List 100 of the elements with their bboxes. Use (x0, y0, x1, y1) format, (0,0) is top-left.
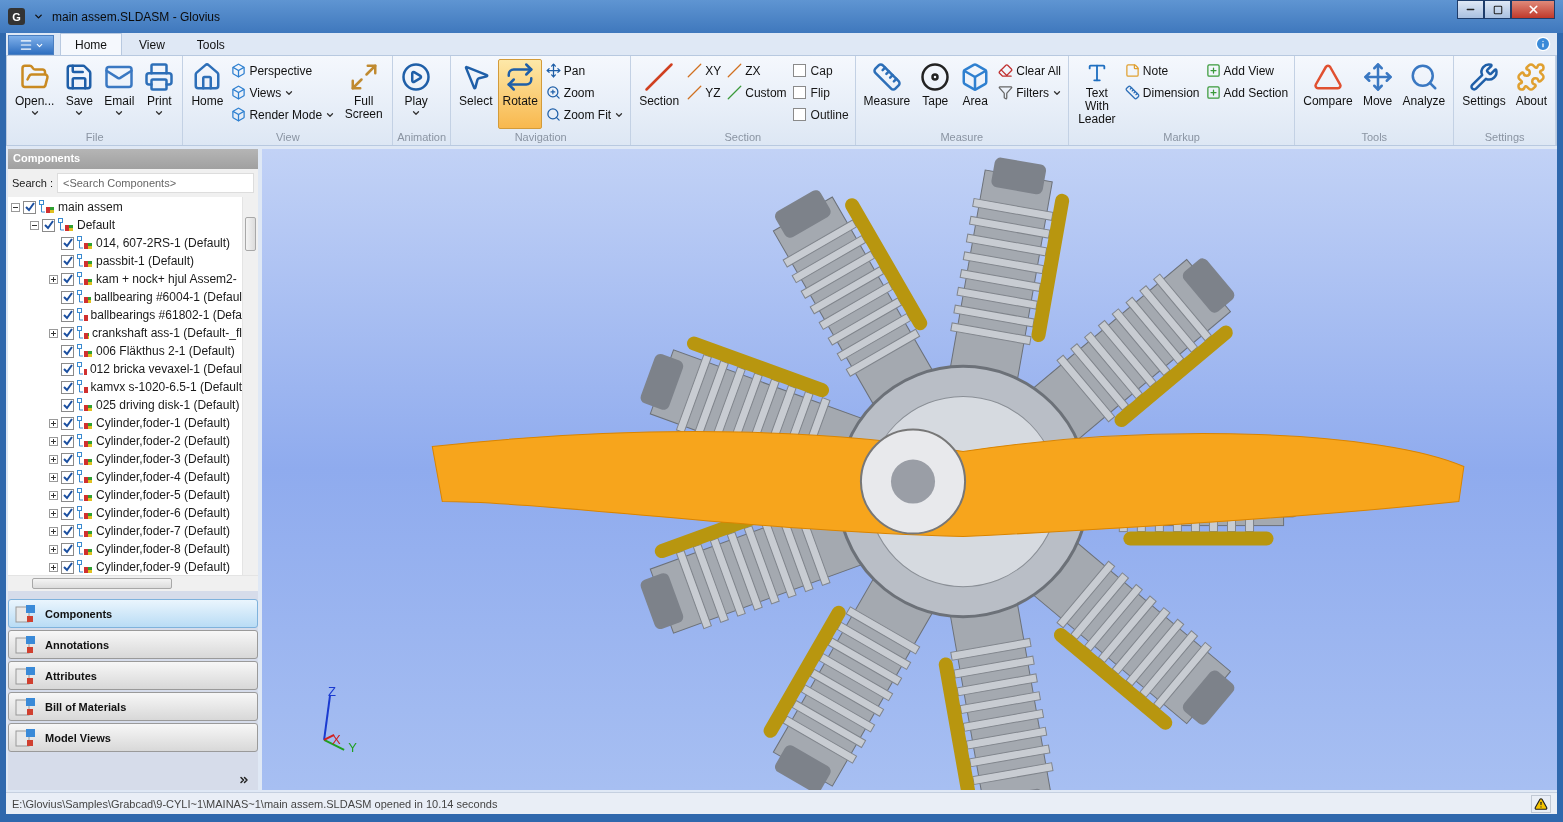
ribbon-button[interactable]: Select (455, 59, 497, 129)
expander-icon[interactable] (49, 274, 58, 284)
checkbox[interactable] (61, 398, 74, 412)
checkbox[interactable] (61, 290, 74, 304)
expander-icon[interactable] (49, 436, 58, 446)
ribbon-button[interactable]: Print (140, 59, 179, 129)
expander-icon[interactable] (49, 418, 58, 428)
quick-access-caret-icon[interactable] (33, 11, 44, 22)
ribbon-button[interactable]: Rotate (498, 59, 542, 129)
ribbon-button[interactable]: Settings (1458, 59, 1510, 129)
checkbox[interactable] (61, 452, 74, 466)
tree-item-label[interactable]: ballbearings #61802-1 (Defa (90, 308, 242, 322)
expander-icon[interactable] (49, 490, 58, 500)
app-icon[interactable]: G (8, 8, 25, 25)
horizontal-scrollbar[interactable] (8, 575, 258, 591)
checkbox[interactable] (61, 488, 74, 502)
navigation-pane-button[interactable]: Attributes (8, 661, 258, 690)
expander-icon[interactable] (49, 562, 58, 572)
ribbon-button[interactable]: Clear All (996, 61, 1064, 80)
tree-item-label[interactable]: Cylinder,foder-8 (Default) (96, 542, 231, 556)
expander-icon[interactable] (49, 328, 58, 338)
checkbox-label[interactable]: Flip (810, 85, 830, 100)
ribbon-button[interactable]: Move (1358, 59, 1397, 129)
ribbon-button[interactable]: Play (397, 59, 436, 129)
ribbon-tab[interactable]: Tools (181, 33, 240, 55)
navigation-pane-button[interactable]: Components (8, 599, 258, 628)
ribbon-button[interactable]: Zoom (543, 83, 627, 102)
checkbox-label[interactable]: Outline (810, 107, 849, 122)
ribbon-button[interactable]: Dimension (1122, 83, 1202, 102)
checkbox[interactable] (61, 470, 74, 484)
checkbox[interactable] (61, 254, 74, 268)
ribbon-button[interactable]: Open... (11, 59, 59, 129)
checkbox[interactable] (42, 218, 55, 232)
checkbox[interactable] (61, 326, 74, 340)
ribbon-button[interactable]: Home (187, 59, 228, 129)
ribbon-button[interactable]: YZ (685, 83, 724, 102)
checkbox[interactable] (61, 560, 74, 574)
ribbon-tab[interactable]: View (124, 33, 180, 55)
checkbox[interactable] (61, 434, 74, 448)
ribbon-button[interactable]: Note (1122, 61, 1202, 80)
ribbon-button[interactable]: Zoom Fit (543, 105, 627, 124)
tree-item-label[interactable]: 012 bricka vevaxel-1 (Defaul (89, 362, 242, 376)
more-panes-icon[interactable] (238, 774, 250, 786)
ribbon-button[interactable]: Email (100, 59, 139, 129)
search-field[interactable]: <Search Components> (56, 173, 254, 193)
info-icon[interactable] (1535, 36, 1551, 52)
tree-item-label[interactable]: ballbearing #6004-1 (Defaul (93, 290, 242, 304)
tree-item-label[interactable]: Cylinder,foder-9 (Default) (96, 560, 231, 574)
tree-item-label[interactable]: main assem (58, 200, 123, 214)
ribbon-tab[interactable]: Home (60, 33, 122, 55)
tree-item-label[interactable]: Cylinder,foder-2 (Default) (96, 434, 231, 448)
warning-button[interactable] (1531, 794, 1551, 813)
checkbox[interactable] (61, 380, 74, 394)
maximize-button[interactable] (1484, 0, 1511, 19)
ribbon-button[interactable]: Pan (543, 61, 627, 80)
expander-icon[interactable] (49, 472, 58, 482)
ribbon-button[interactable]: Text With Leader (1072, 59, 1121, 129)
ribbon-button[interactable]: Full Screen (339, 59, 389, 129)
expander-icon[interactable] (49, 454, 58, 464)
tree-item-label[interactable]: Cylinder,foder-5 (Default) (96, 488, 231, 502)
checkbox[interactable] (61, 542, 74, 556)
navigation-pane-button[interactable]: Annotations (8, 630, 258, 659)
ribbon-button[interactable]: Views (229, 83, 338, 102)
checkbox[interactable] (792, 108, 806, 121)
checkbox[interactable] (61, 416, 74, 430)
expander-icon[interactable] (49, 544, 58, 554)
expander-icon[interactable] (49, 508, 58, 518)
tree-item-label[interactable]: Default (77, 218, 116, 232)
expander-icon[interactable] (49, 526, 58, 536)
ribbon-button[interactable]: Compare (1299, 59, 1357, 129)
checkbox[interactable] (61, 506, 74, 520)
ribbon-button[interactable]: Analyze (1398, 59, 1450, 129)
vertical-scrollbar[interactable] (242, 197, 258, 575)
ribbon-button[interactable]: Filters (996, 83, 1064, 102)
navigation-pane-button[interactable]: Model Views (8, 723, 258, 752)
checkbox[interactable] (61, 362, 74, 376)
checkbox[interactable] (61, 524, 74, 538)
tree-item-label[interactable]: kamvx s-1020-6.5-1 (Default (90, 380, 242, 394)
checkbox[interactable] (792, 86, 806, 99)
tree-item-label[interactable]: kam + nock+ hjul Assem2- (96, 272, 237, 286)
ribbon-button[interactable]: About (1511, 59, 1551, 129)
checkbox-label[interactable]: Cap (810, 63, 833, 78)
tree-item-label[interactable]: 014, 607-2RS-1 (Default) (96, 236, 231, 250)
ribbon-button[interactable]: Custom (725, 83, 789, 102)
ribbon-button[interactable]: Add View (1203, 61, 1291, 80)
ribbon-button[interactable]: Tape (916, 59, 955, 129)
checkbox[interactable] (61, 272, 74, 286)
tree-item-label[interactable]: 025 driving disk-1 (Default) (96, 398, 240, 412)
navigation-pane-button[interactable]: Bill of Materials (8, 692, 258, 721)
tree-item-label[interactable]: crankshaft ass-1 (Default-_fl (91, 326, 242, 340)
tree-item-label[interactable]: Cylinder,foder-3 (Default) (96, 452, 231, 466)
checkbox[interactable] (61, 308, 74, 322)
ribbon-button[interactable]: ZX (725, 61, 789, 80)
ribbon-button[interactable]: Render Mode (229, 105, 338, 124)
checkbox[interactable] (61, 344, 74, 358)
ribbon-button[interactable]: Section (635, 59, 684, 129)
ribbon-button[interactable]: Measure (859, 59, 915, 129)
ribbon-button[interactable]: XY (685, 61, 724, 80)
tree-item-label[interactable]: Cylinder,foder-6 (Default) (96, 506, 231, 520)
minimize-button[interactable] (1457, 0, 1484, 19)
